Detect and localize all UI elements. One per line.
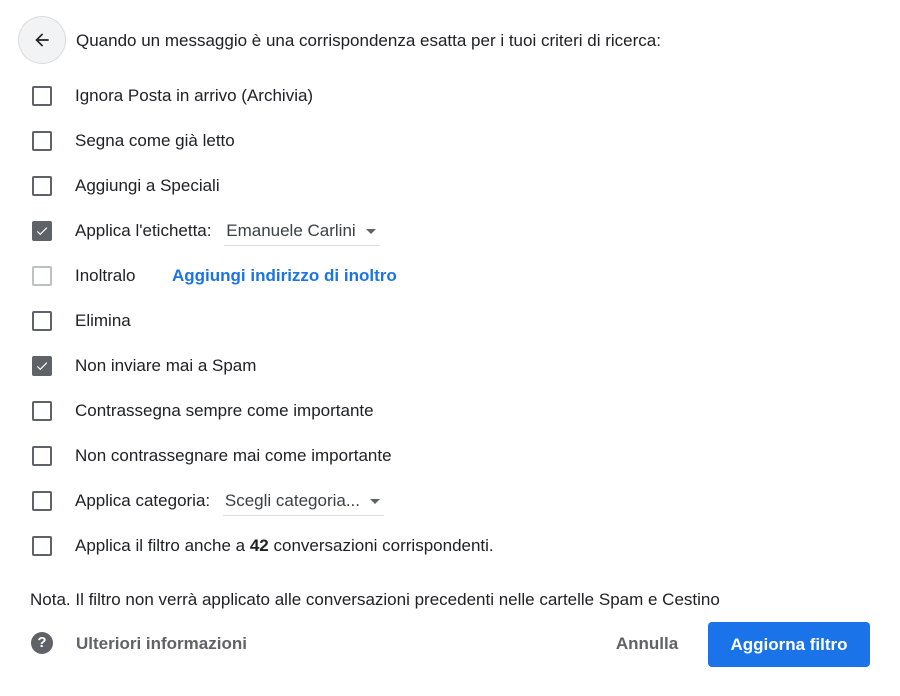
checkbox-never-spam[interactable] <box>32 356 52 376</box>
option-label: Ignora Posta in arrivo (Archivia) <box>75 86 314 105</box>
option-delete: Elimina <box>32 309 131 333</box>
checkbox-forward[interactable] <box>32 266 52 286</box>
option-label: Aggiungi a Speciali <box>75 176 220 195</box>
help-circle-icon[interactable]: ? <box>31 632 53 654</box>
option-apply-existing: Applica il filtro anche a 42 conversazio… <box>32 534 494 558</box>
arrow-left-icon <box>35 33 49 47</box>
checkbox-category[interactable] <box>32 491 52 511</box>
category-select-value: Scegli categoria... <box>224 491 361 510</box>
caret-down-icon <box>365 228 376 234</box>
option-label-before: Applica il filtro anche a <box>75 536 246 555</box>
option-apply-label: Applica l'etichetta: Emanuele Carlini <box>32 219 380 246</box>
filter-actions-panel: Quando un messaggio è una corrispondenza… <box>0 0 900 696</box>
option-star: Aggiungi a Speciali <box>32 174 220 198</box>
note-text: Nota. Il filtro non verrà applicato alle… <box>30 590 720 609</box>
caret-down-icon <box>370 498 381 504</box>
cancel-button[interactable]: Annulla <box>600 624 694 664</box>
option-never-important: Non contrassegnare mai come importante <box>32 444 392 468</box>
option-label-row: Applica l'etichetta: Emanuele Carlini <box>75 219 380 246</box>
option-category: Applica categoria: Scegli categoria... <box>32 489 385 516</box>
checkbox-always-important[interactable] <box>32 401 52 421</box>
option-label: Non inviare mai a Spam <box>75 356 257 375</box>
option-label: Contrassegna sempre come importante <box>75 401 374 420</box>
matching-count: 42 <box>249 536 269 555</box>
option-label-row: Applica categoria: Scegli categoria... <box>75 489 385 516</box>
checkbox-apply-label[interactable] <box>32 221 52 241</box>
option-label: Non contrassegnare mai come importante <box>75 446 392 465</box>
back-button[interactable] <box>18 16 66 64</box>
checkbox-mark-read[interactable] <box>32 131 52 151</box>
option-label: Segna come già letto <box>75 131 235 150</box>
label-select-value: Emanuele Carlini <box>226 221 356 240</box>
checkbox-skip-inbox[interactable] <box>32 86 52 106</box>
option-forward: Inoltralo Aggiungi indirizzo di inoltro <box>32 264 397 288</box>
checkmark-icon <box>36 227 48 236</box>
option-always-important: Contrassegna sempre come importante <box>32 399 374 423</box>
option-skip-inbox: Ignora Posta in arrivo (Archivia) <box>32 84 313 108</box>
label-select[interactable]: Emanuele Carlini <box>224 219 380 246</box>
checkmark-icon <box>36 362 48 371</box>
checkbox-never-important[interactable] <box>32 446 52 466</box>
option-label: Applica l'etichetta: <box>75 221 212 240</box>
option-label-row: Applica il filtro anche a 42 conversazio… <box>75 534 494 558</box>
option-label: Elimina <box>75 311 131 330</box>
option-never-spam: Non inviare mai a Spam <box>32 354 256 378</box>
more-info-link[interactable]: Ulteriori informazioni <box>76 632 247 656</box>
update-filter-button[interactable]: Aggiorna filtro <box>708 622 870 667</box>
add-forwarding-address-link[interactable]: Aggiungi indirizzo di inoltro <box>172 264 397 288</box>
option-label: Inoltralo <box>75 266 136 285</box>
category-select[interactable]: Scegli categoria... <box>222 489 385 516</box>
criteria-heading: Quando un messaggio è una corrispondenza… <box>76 31 661 50</box>
checkbox-delete[interactable] <box>32 311 52 331</box>
option-mark-read: Segna come già letto <box>32 129 235 153</box>
checkbox-star[interactable] <box>32 176 52 196</box>
option-label: Applica categoria: <box>75 491 211 510</box>
checkbox-apply-existing[interactable] <box>32 536 52 556</box>
option-label-after: conversazioni corrispondenti. <box>273 536 494 555</box>
